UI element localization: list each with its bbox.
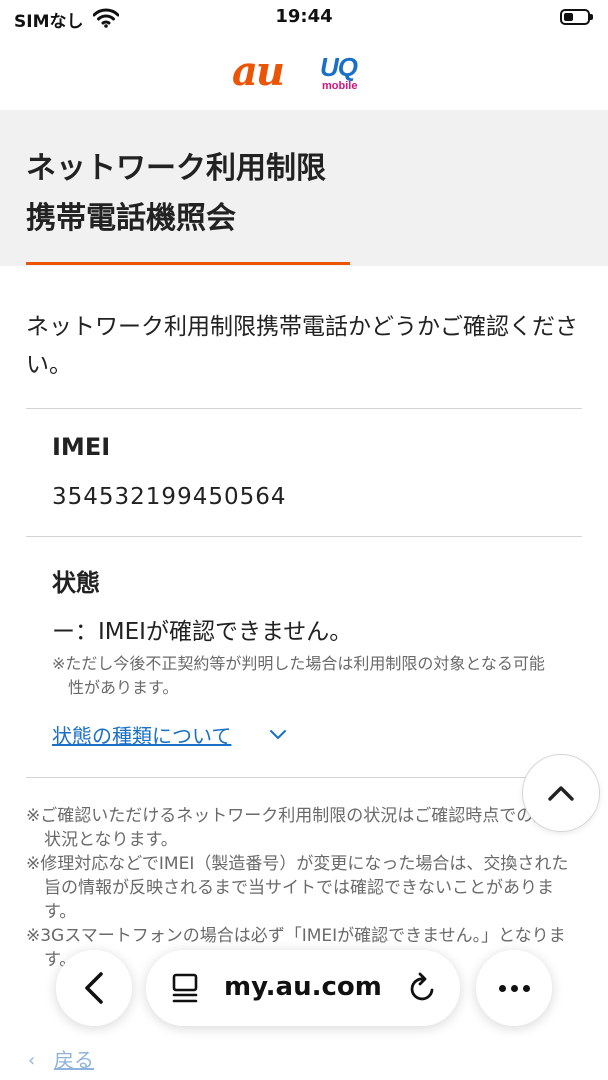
uq-mobile-sublabel: mobile xyxy=(322,80,358,92)
reader-icon[interactable] xyxy=(170,972,202,1004)
divider xyxy=(26,777,582,778)
imei-value: 354532199450564 xyxy=(52,484,287,510)
page-title-line2: 携帯電話機照会 xyxy=(26,201,236,236)
status-value: ー：IMEIが確認できません。 xyxy=(52,619,353,645)
divider xyxy=(26,536,582,537)
footnote-item: ※修理対応などでIMEI（製造番号）が変更になった場合は、交換された旨の情報が反… xyxy=(26,854,569,922)
status-bar: SIMなし 19:44 xyxy=(0,0,608,36)
page-title-line1: ネットワーク利用制限 xyxy=(26,151,326,186)
battery-icon xyxy=(560,9,593,25)
more-icon xyxy=(498,984,530,992)
reload-icon[interactable] xyxy=(408,972,438,1004)
status-note: ※ただし今後不正契約等が判明した場合は利用制限の対象となる可能性があります。 xyxy=(52,654,545,697)
scroll-to-top-button[interactable] xyxy=(522,754,600,832)
browser-back-button[interactable] xyxy=(56,950,132,1026)
chevron-left-icon: ‹ xyxy=(28,1050,36,1071)
footnotes: ※ご確認いただけるネットワーク利用制限の状況はご確認時点での登録状況となります。… xyxy=(26,804,582,972)
footnote-item: ※ご確認いただけるネットワーク利用制限の状況はご確認時点での登録状況となります。 xyxy=(26,806,568,850)
status-types-link[interactable]: 状態の種類について xyxy=(52,720,231,749)
url-text[interactable]: my.au.com xyxy=(224,972,382,1002)
chevron-left-icon xyxy=(85,972,103,1004)
more-options-button[interactable] xyxy=(476,950,552,1026)
imei-label: IMEI xyxy=(52,433,111,461)
back-link[interactable]: 戻る xyxy=(54,1044,94,1073)
divider xyxy=(26,408,582,409)
title-band: ネットワーク利用制限 携帯電話機照会 xyxy=(0,110,608,266)
chevron-down-icon[interactable] xyxy=(268,724,288,744)
status-time: 19:44 xyxy=(275,6,333,27)
chevron-up-icon xyxy=(548,786,574,801)
brand-header: au UQ mobile xyxy=(0,40,608,110)
title-underline xyxy=(26,262,350,265)
page-title: ネットワーク利用制限 携帯電話機照会 xyxy=(26,144,526,244)
intro-text: ネットワーク利用制限携帯電話かどうかご確認ください。 xyxy=(26,314,578,378)
address-bar[interactable]: my.au.com xyxy=(146,950,460,1026)
au-logo[interactable]: au xyxy=(232,48,285,95)
status-label: 状態 xyxy=(52,569,100,597)
uq-logo[interactable]: UQ xyxy=(320,52,358,83)
